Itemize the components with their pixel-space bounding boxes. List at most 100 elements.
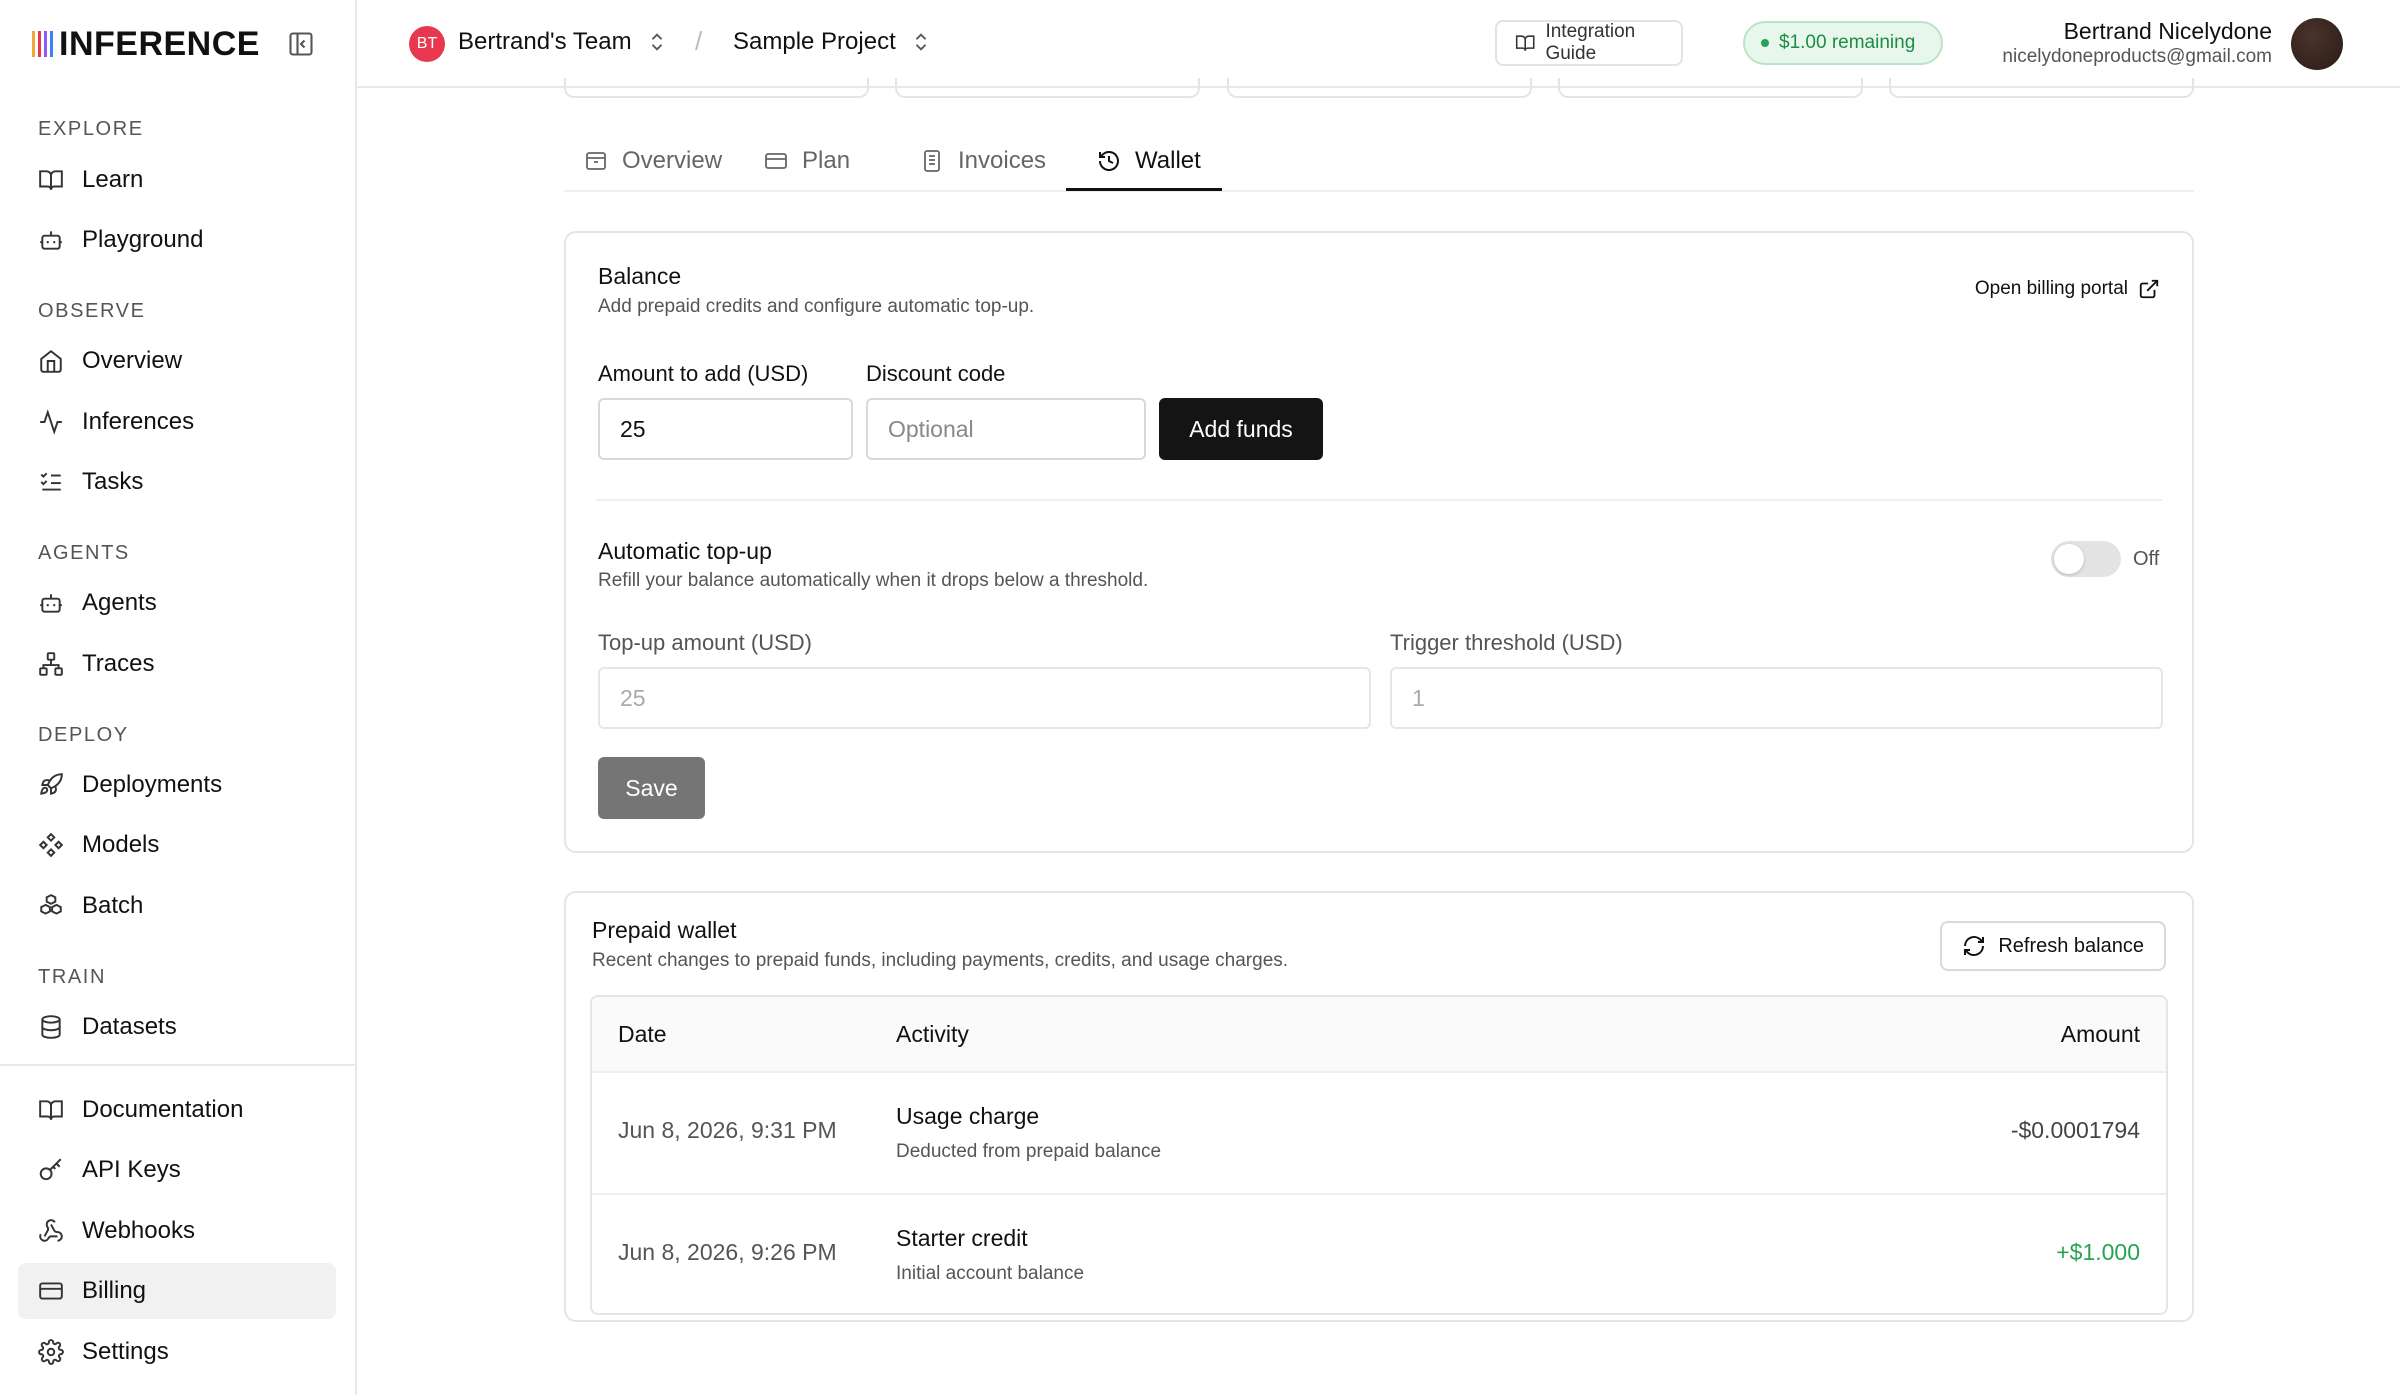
sidebar-item-agents[interactable]: Agents [18, 575, 336, 631]
tab-label: Overview [622, 147, 723, 174]
trigger-threshold-input[interactable] [1390, 667, 2163, 729]
sidebar-item-playground[interactable]: Playground [18, 212, 336, 268]
row-activity-detail: Initial account balance [896, 1263, 1085, 1284]
integration-guide-button[interactable]: Integration Guide [1495, 20, 1683, 66]
tab-wallet[interactable]: Wallet [1097, 130, 1201, 192]
row-amount: -$0.0001794 [2010, 1117, 2140, 1143]
auto-topup-toggle[interactable] [2051, 541, 2121, 577]
row-amount: +$1.000 [2056, 1239, 2140, 1265]
sidebar-item-label: Traces [82, 650, 155, 677]
user-avatar[interactable] [2291, 18, 2343, 70]
sidebar-item-label: Webhooks [82, 1217, 195, 1244]
tab-label: Plan [802, 147, 851, 174]
file-text-icon [924, 150, 940, 172]
chevrons-up-down-icon [915, 33, 926, 51]
project-name: Sample Project [733, 28, 896, 55]
refresh-balance-label: Refresh balance [1998, 934, 2144, 957]
logo-mark [32, 31, 53, 57]
bot-icon [38, 227, 64, 253]
archive-icon [586, 152, 606, 170]
database-icon [38, 1014, 64, 1040]
refresh-balance-button[interactable]: Refresh balance [1940, 921, 2166, 971]
section-deploy: DEPLOY [38, 724, 129, 746]
main-content: Overview Plan Invoices Wallet Balance Ad… [357, 78, 2400, 1395]
sidebar-item-label: Settings [82, 1338, 169, 1365]
tab-label: Invoices [958, 147, 1047, 174]
sidebar-item-label: Overview [82, 347, 183, 374]
topbar: BT Bertrand's Team / Sample Project Inte… [357, 0, 2400, 88]
add-funds-button[interactable]: Add funds [1159, 398, 1323, 460]
section-agents: AGENTS [38, 542, 130, 564]
team-name: Bertrand's Team [458, 28, 632, 55]
history-icon [1099, 151, 1119, 171]
sidebar-item-tasks[interactable]: Tasks [18, 454, 336, 510]
auto-topup-state: Off [2133, 548, 2160, 570]
summary-cards-edge [564, 78, 2194, 98]
sidebar-item-batch[interactable]: Batch [18, 878, 336, 934]
section-explore: EXPLORE [38, 118, 144, 140]
wallet-subtitle: Recent changes to prepaid funds, includi… [592, 950, 1289, 971]
wallet-title: Prepaid wallet [592, 917, 737, 943]
sidebar: INFERENCE EXPLORE Learn Playground OBSER… [0, 0, 357, 1395]
team-avatar[interactable]: BT [409, 26, 445, 62]
section-observe: OBSERVE [38, 300, 146, 322]
logo[interactable]: INFERENCE [0, 0, 355, 88]
sidebar-item-learn[interactable]: Learn [18, 152, 336, 208]
discount-code-input[interactable] [866, 398, 1146, 460]
topup-amount-input[interactable] [598, 667, 1371, 729]
trigger-threshold-label: Trigger threshold (USD) [1390, 630, 1623, 655]
home-icon [38, 348, 64, 374]
sidebar-item-documentation[interactable]: Documentation [18, 1082, 336, 1138]
sidebar-item-settings[interactable]: Settings [18, 1324, 336, 1380]
sidebar-item-inferences[interactable]: Inferences [18, 394, 336, 450]
sidebar-item-overview[interactable]: Overview [18, 333, 336, 389]
table-row[interactable]: Jun 8, 2026, 9:26 PM Starter credit Init… [592, 1193, 2166, 1313]
column-amount: Amount [2060, 1021, 2140, 1047]
sidebar-item-label: Playground [82, 226, 204, 253]
sidebar-item-deployments[interactable]: Deployments [18, 757, 336, 813]
sidebar-item-webhooks[interactable]: Webhooks [18, 1203, 336, 1259]
table-header: Date Activity Amount [592, 997, 2166, 1073]
sidebar-item-label: Batch [82, 892, 144, 919]
boxes-icon [38, 893, 64, 919]
remaining-balance-label: $1.00 remaining [1779, 32, 1916, 53]
credit-card-icon [38, 1278, 64, 1304]
remaining-balance-badge[interactable]: $1.00 remaining [1743, 21, 1943, 65]
tab-plan[interactable]: Plan [764, 130, 850, 192]
balance-divider [596, 499, 2162, 501]
prepaid-wallet-card: Prepaid wallet Recent changes to prepaid… [564, 891, 2194, 1322]
sidebar-item-label: Models [82, 831, 160, 858]
sidebar-item-api-keys[interactable]: API Keys [18, 1142, 336, 1198]
team-switcher[interactable]: Bertrand's Team [458, 28, 668, 56]
key-icon [38, 1157, 64, 1183]
section-train: TRAIN [38, 966, 106, 988]
tab-label: Wallet [1135, 147, 1201, 174]
list-checks-icon [38, 469, 64, 495]
project-switcher[interactable]: Sample Project [733, 28, 932, 56]
tab-invoices[interactable]: Invoices [920, 130, 1046, 192]
amount-input[interactable] [598, 398, 853, 460]
discount-label: Discount code [866, 361, 1006, 386]
status-dot-icon [1761, 39, 1769, 47]
sidebar-item-models[interactable]: Models [18, 817, 336, 873]
save-button[interactable]: Save [598, 757, 705, 819]
table-row[interactable]: Jun 8, 2026, 9:31 PM Usage charge Deduct… [592, 1073, 2166, 1193]
open-billing-portal-label: Open billing portal [1974, 278, 2128, 299]
sidebar-item-datasets[interactable]: Datasets [18, 999, 336, 1055]
user-name: Bertrand Nicelydone [2063, 18, 2272, 44]
billing-tabs: Overview Plan Invoices Wallet [564, 130, 2194, 192]
sidebar-item-label: Learn [82, 166, 144, 193]
row-activity: Usage charge [896, 1103, 1040, 1129]
sidebar-collapse-icon[interactable] [287, 30, 315, 58]
open-billing-portal-link[interactable]: Open billing portal [1975, 278, 2160, 300]
credit-card-icon [765, 153, 787, 169]
sidebar-item-billing[interactable]: Billing [18, 1263, 336, 1319]
breadcrumb-separator: / [695, 26, 703, 56]
sidebar-item-label: Documentation [82, 1096, 244, 1123]
auto-topup-subtitle: Refill your balance automatically when i… [598, 570, 1149, 591]
tab-overview[interactable]: Overview [584, 130, 722, 192]
auto-topup-title: Automatic top-up [598, 538, 772, 564]
balance-title: Balance [598, 263, 682, 289]
webhook-icon [38, 1218, 64, 1244]
sidebar-item-traces[interactable]: Traces [18, 636, 336, 692]
